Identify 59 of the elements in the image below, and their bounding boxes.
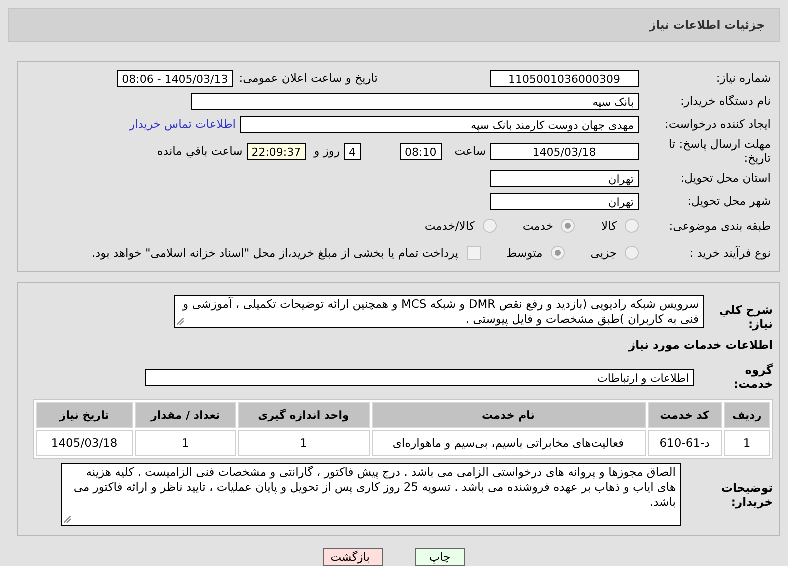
- field-label: طبقه بندی موضوعی:: [668, 219, 772, 233]
- radio-button[interactable]: [625, 246, 639, 260]
- column-header: نام خدمت: [372, 402, 646, 428]
- table-cell: 1: [724, 430, 770, 456]
- column-header: ردیف: [724, 402, 770, 428]
- countdown-field: 22:09:37: [246, 142, 306, 160]
- value-field: تهران: [490, 170, 639, 186]
- value-field: 08:10: [400, 142, 442, 160]
- field-label: گروه خدمت:: [733, 363, 774, 391]
- field-label: ایجاد کننده درخواست:: [664, 117, 772, 131]
- field-label: شهر محل تحویل:: [686, 194, 772, 208]
- column-header: کد خدمت: [648, 402, 722, 428]
- description-field: سرویس شبکه رادیویی (بازدید و رفع نقص DMR و شبکه MCS و همچنین ارائه توضیحات تکمیلی ، آموزشی و فنی به کاربران )طبق مشخصات و فایل پیوستی .: [174, 295, 704, 328]
- field-label: پرداخت تمام یا بخشی از مبلغ خرید،از محل "اسناد خزانه اسلامی" خواهد بود.: [92, 246, 459, 260]
- value-field: 1105001036000309: [490, 70, 639, 86]
- field-label: استان محل تحویل:: [680, 171, 772, 185]
- checkbox[interactable]: [466, 246, 481, 260]
- table-cell: 1: [238, 430, 370, 456]
- table-cell: 1: [135, 430, 236, 456]
- field-label: ساعت باقي مانده: [157, 144, 243, 158]
- radio-label: متوسط: [506, 246, 543, 260]
- back-button[interactable]: بازگشت: [323, 548, 383, 566]
- radio-button[interactable]: [625, 219, 639, 233]
- column-header: واحد اندازه گیری: [238, 402, 370, 428]
- value-field: 1405/03/18: [490, 142, 639, 160]
- page-header: جزئیات اطلاعات نیاز: [8, 8, 780, 42]
- field-label: توضیحات خریدار:: [720, 480, 774, 508]
- field-label: نوع فرآیند خرید :: [688, 246, 772, 260]
- field-label: شرح کلي نياز:: [718, 302, 774, 331]
- field-label: تاریخ و ساعت اعلان عمومی:: [239, 71, 378, 85]
- value-field: بانک سپه: [191, 92, 639, 110]
- value-field: 1405/03/13 - 08:06: [117, 70, 234, 86]
- value-field: اطلاعات و ارتباطات: [145, 368, 694, 386]
- table-cell: 1405/03/18: [36, 430, 134, 456]
- print-button[interactable]: چاپ: [415, 548, 465, 566]
- radio-label: کالا: [601, 219, 617, 233]
- notes-field: الصاق مجوزها و پروانه های درخواستی الزامی می باشد . درج پیش فاکتور ، گارانتی و مشخصات فنی الزامیست . کلیه هزینه های ایاب و ذهاب بر عهده فروشنده می باشد . تسویه 25 روز کاری پس از تحویل و پایان عملیات ، تایید ناظر و ارائه فاکتور می باشد.: [61, 463, 681, 526]
- field-label: مهلت ارسال پاسخ: تا تاریخ:: [668, 137, 772, 165]
- table-cell: فعالیت‌های مخابراتی باسیم، بی‌سیم و ماهواره‌ای: [372, 430, 646, 456]
- field-label: شماره نیاز:: [715, 71, 772, 85]
- section-heading: اطلاعات خدمات مورد نیاز: [628, 337, 774, 354]
- radio-button[interactable]: [550, 246, 565, 260]
- column-header: تعداد / مقدار: [135, 402, 236, 428]
- resize-grip-icon: [64, 516, 71, 523]
- radio-label: کالا/خدمت: [424, 219, 475, 233]
- field-label: نام دستگاه خریدار:: [679, 94, 772, 108]
- radio-label: خدمت: [522, 219, 554, 233]
- value-field: تهران: [490, 192, 639, 210]
- table-cell: د-61-610: [648, 430, 722, 456]
- radio-button[interactable]: [561, 219, 576, 233]
- resize-grip-icon: [177, 318, 184, 325]
- radio-button[interactable]: [482, 219, 497, 233]
- column-header: تاریخ نیاز: [36, 402, 134, 428]
- contact-link[interactable]: اطلاعات تماس خریدار: [129, 117, 236, 131]
- field-label: ساعت: [454, 144, 486, 158]
- value-field: مهدی جهان دوست کارمند بانک سپه: [240, 116, 639, 132]
- radio-label: جزیی: [590, 246, 617, 260]
- field-label: روز و: [314, 144, 340, 158]
- value-field: 4: [344, 142, 361, 160]
